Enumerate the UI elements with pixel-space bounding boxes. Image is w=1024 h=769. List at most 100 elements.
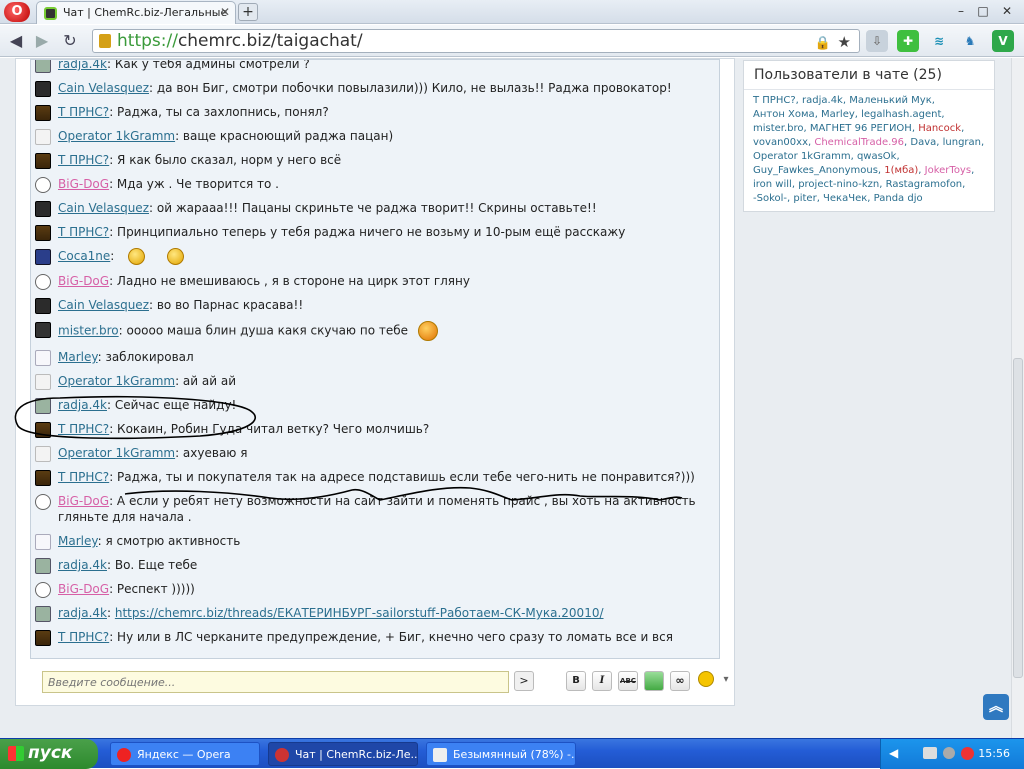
- user-avatar[interactable]: [35, 470, 51, 486]
- bold-button[interactable]: B: [566, 671, 586, 691]
- user-avatar[interactable]: [35, 249, 51, 265]
- message-author-link[interactable]: BiG-DoG: [58, 582, 109, 596]
- message-author-link[interactable]: Marley: [58, 350, 98, 364]
- extension-badge-icon[interactable]: ♞: [959, 30, 981, 52]
- message-author-link[interactable]: radja.4k: [58, 606, 107, 620]
- message-author-link[interactable]: radja.4k: [58, 558, 107, 572]
- strikethrough-button[interactable]: ABC: [618, 671, 638, 691]
- adblock-shield-icon[interactable]: V: [992, 30, 1014, 52]
- message-author-link[interactable]: Operator 1kGramm: [58, 374, 175, 388]
- window-minimize-button[interactable]: –: [950, 2, 972, 20]
- forward-arrow-icon[interactable]: ▶: [32, 31, 52, 51]
- online-user-link[interactable]: qwasOk: [857, 151, 897, 162]
- online-user-link[interactable]: JokerToys: [925, 165, 971, 176]
- user-avatar[interactable]: [35, 350, 51, 366]
- extension-green-icon[interactable]: ✚: [897, 30, 919, 52]
- user-avatar[interactable]: [35, 60, 51, 73]
- new-tab-button[interactable]: +: [238, 3, 258, 21]
- user-avatar[interactable]: [35, 153, 51, 169]
- user-avatar[interactable]: [35, 105, 51, 121]
- chevron-down-icon[interactable]: ▾: [716, 671, 736, 691]
- italic-button[interactable]: I: [592, 671, 612, 691]
- volume-icon[interactable]: [943, 747, 955, 759]
- online-user-link[interactable]: Operator 1kGramm: [753, 151, 851, 162]
- online-user-link[interactable]: 1(мба): [884, 165, 918, 176]
- user-avatar[interactable]: [35, 534, 51, 550]
- message-author-link[interactable]: BiG-DoG: [58, 494, 109, 508]
- bookmark-star-icon[interactable]: ★: [838, 31, 851, 53]
- online-user-link[interactable]: -Sokol-: [753, 193, 787, 204]
- message-author-link[interactable]: Operator 1kGramm: [58, 129, 175, 143]
- online-user-link[interactable]: Guy_Fawkes_Anonymous: [753, 165, 878, 176]
- task-opera-chat[interactable]: Чат | ChemRc.biz-Ле...: [268, 742, 418, 766]
- online-user-link[interactable]: vovan00xx: [753, 137, 808, 148]
- page-scrollbar-thumb[interactable]: [1013, 358, 1023, 678]
- extension-wave-icon[interactable]: ≋: [928, 30, 950, 52]
- user-avatar[interactable]: [35, 225, 51, 241]
- online-user-link[interactable]: mister.bro: [753, 123, 804, 134]
- download-icon[interactable]: ⇩: [866, 30, 888, 52]
- online-user-link[interactable]: ChemicalTrade.96: [814, 137, 904, 148]
- online-user-link[interactable]: Т ПРНС?: [753, 95, 796, 106]
- window-maximize-button[interactable]: □: [972, 2, 994, 20]
- user-avatar[interactable]: [35, 201, 51, 217]
- online-user-link[interactable]: Panda djo: [874, 193, 923, 204]
- back-arrow-icon[interactable]: ◀: [6, 31, 26, 51]
- message-author-link[interactable]: Т ПРНС?: [58, 470, 109, 484]
- user-avatar[interactable]: [35, 494, 51, 510]
- opera-tray-icon[interactable]: [961, 747, 974, 760]
- link-icon[interactable]: ∞: [670, 671, 690, 691]
- message-link[interactable]: https://chemrc.biz/threads/ЕКАТЕРИНБУРГ-…: [115, 606, 604, 620]
- online-user-link[interactable]: radja.4k: [802, 95, 843, 106]
- online-user-link[interactable]: legalhash.agent: [861, 109, 941, 120]
- online-user-link[interactable]: Антон Хома: [753, 109, 815, 120]
- online-user-link[interactable]: МАГНЕТ 96 РЕГИОН: [810, 123, 912, 134]
- reload-icon[interactable]: ↻: [60, 31, 80, 51]
- user-avatar[interactable]: [35, 177, 51, 193]
- message-author-link[interactable]: Т ПРНС?: [58, 153, 109, 167]
- user-avatar[interactable]: [35, 422, 51, 438]
- online-user-link[interactable]: iron will: [753, 179, 792, 190]
- message-author-link[interactable]: Cain Velasquez: [58, 298, 149, 312]
- online-user-link[interactable]: Marley: [821, 109, 855, 120]
- online-user-link[interactable]: Hancock: [918, 123, 961, 134]
- online-user-link[interactable]: piter: [793, 193, 816, 204]
- message-author-link[interactable]: BiG-DoG: [58, 177, 109, 191]
- send-button[interactable]: >: [514, 671, 534, 691]
- message-author-link[interactable]: BiG-DoG: [58, 274, 109, 288]
- message-author-link[interactable]: Cain Velasquez: [58, 201, 149, 215]
- user-avatar[interactable]: [35, 298, 51, 314]
- page-scrollbar[interactable]: [1011, 58, 1024, 738]
- user-avatar[interactable]: [35, 606, 51, 622]
- message-author-link[interactable]: Marley: [58, 534, 98, 548]
- user-avatar[interactable]: [35, 398, 51, 414]
- user-avatar[interactable]: [35, 630, 51, 646]
- user-avatar[interactable]: [35, 558, 51, 574]
- image-icon[interactable]: [644, 671, 664, 691]
- start-button[interactable]: пуск: [0, 739, 98, 769]
- message-author-link[interactable]: Operator 1kGramm: [58, 446, 175, 460]
- message-author-link[interactable]: Т ПРНС?: [58, 105, 109, 119]
- tab-close-icon[interactable]: ✕: [220, 5, 230, 19]
- user-avatar[interactable]: [35, 446, 51, 462]
- tab-chat[interactable]: Чат | ChemRc.biz-Легальные ✕: [36, 1, 236, 24]
- address-bar[interactable]: https://chemrc.biz/taigachat/ 🔒 ★: [92, 29, 860, 53]
- online-user-link[interactable]: Rastagramofon: [886, 179, 963, 190]
- user-avatar[interactable]: [35, 582, 51, 598]
- padlock-icon[interactable]: 🔒: [815, 33, 831, 55]
- smiley-picker-icon[interactable]: [696, 671, 716, 691]
- task-paint[interactable]: Безымянный (78%) -...: [426, 742, 576, 766]
- scroll-to-top-button[interactable]: ︽: [983, 694, 1009, 720]
- online-user-link[interactable]: Dava: [910, 137, 936, 148]
- user-avatar[interactable]: [35, 322, 51, 338]
- message-author-link[interactable]: radja.4k: [58, 398, 107, 412]
- message-author-link[interactable]: Cain Velasquez: [58, 81, 149, 95]
- task-opera-yandex[interactable]: Яндекс — Opera: [110, 742, 260, 766]
- user-avatar[interactable]: [35, 274, 51, 290]
- online-user-link[interactable]: lungran: [943, 137, 981, 148]
- window-close-button[interactable]: ✕: [996, 2, 1018, 20]
- online-user-link[interactable]: project-nino-kzn: [798, 179, 879, 190]
- user-avatar[interactable]: [35, 129, 51, 145]
- tray-expand-icon[interactable]: ◀: [889, 746, 898, 760]
- user-avatar[interactable]: [35, 81, 51, 97]
